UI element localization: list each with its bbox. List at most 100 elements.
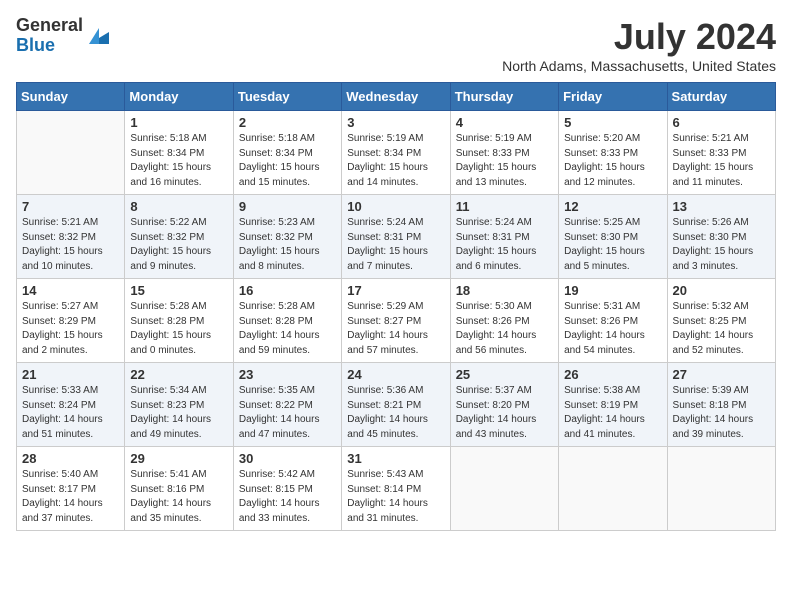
day-info: Sunrise: 5:39 AMSunset: 8:18 PMDaylight:… bbox=[673, 384, 770, 442]
day-number: 23 bbox=[239, 367, 336, 382]
calendar-day-cell: 12Sunrise: 5:25 AMSunset: 8:30 PMDayligh… bbox=[559, 195, 667, 279]
calendar-week-row: 7 Sunrise: 5:21 AMSunset: 8:32 PMDaylight… bbox=[17, 195, 776, 279]
calendar-day-cell: 25Sunrise: 5:37 AMSunset: 8:20 PMDayligh… bbox=[450, 363, 558, 447]
day-info: Sunrise: 5:18 AMSunset: 8:34 PMDaylight:… bbox=[239, 132, 336, 190]
calendar-day-cell: 31Sunrise: 5:43 AMSunset: 8:14 PMDayligh… bbox=[342, 447, 450, 531]
day-number: 30 bbox=[239, 451, 336, 466]
day-number: 31 bbox=[347, 451, 444, 466]
day-info: Sunrise: 5:29 AMSunset: 8:27 PMDaylight:… bbox=[347, 300, 444, 358]
day-info: Sunrise: 5:41 AMSunset: 8:16 PMDaylight:… bbox=[130, 468, 227, 526]
calendar-day-cell: 4Sunrise: 5:19 AMSunset: 8:33 PMDaylight… bbox=[450, 111, 558, 195]
day-info: Sunrise: 5:35 AMSunset: 8:22 PMDaylight:… bbox=[239, 384, 336, 442]
calendar-day-cell: 14 Sunrise: 5:27 AMSunset: 8:29 PMDayligh… bbox=[17, 279, 125, 363]
day-info: Sunrise: 5:25 AMSunset: 8:30 PMDaylight:… bbox=[564, 216, 661, 274]
calendar-day-cell: 2 Sunrise: 5:18 AMSunset: 8:34 PMDaylight… bbox=[233, 111, 341, 195]
weekday-header: Thursday bbox=[450, 83, 558, 111]
day-info: Sunrise: 5:24 AMSunset: 8:31 PMDaylight:… bbox=[347, 216, 444, 274]
calendar-day-cell: 21Sunrise: 5:33 AMSunset: 8:24 PMDayligh… bbox=[17, 363, 125, 447]
day-info: Sunrise: 5:34 AMSunset: 8:23 PMDaylight:… bbox=[130, 384, 227, 442]
day-number: 28 bbox=[22, 451, 119, 466]
day-info: Sunrise: 5:18 AMSunset: 8:34 PMDaylight:… bbox=[130, 132, 227, 190]
calendar-day-cell: 9 Sunrise: 5:23 AMSunset: 8:32 PMDaylight… bbox=[233, 195, 341, 279]
day-number: 13 bbox=[673, 199, 770, 214]
day-number: 2 bbox=[239, 115, 336, 130]
weekday-header: Saturday bbox=[667, 83, 775, 111]
calendar-day-cell: 11Sunrise: 5:24 AMSunset: 8:31 PMDayligh… bbox=[450, 195, 558, 279]
day-info: Sunrise: 5:26 AMSunset: 8:30 PMDaylight:… bbox=[673, 216, 770, 274]
logo-general: General bbox=[16, 16, 83, 36]
day-number: 9 bbox=[239, 199, 336, 214]
calendar-day-cell: 22 Sunrise: 5:34 AMSunset: 8:23 PMDayligh… bbox=[125, 363, 233, 447]
day-info: Sunrise: 5:31 AMSunset: 8:26 PMDaylight:… bbox=[564, 300, 661, 358]
calendar-day-cell: 10 Sunrise: 5:24 AMSunset: 8:31 PMDayligh… bbox=[342, 195, 450, 279]
day-number: 8 bbox=[130, 199, 227, 214]
calendar-day-cell: 15 Sunrise: 5:28 AMSunset: 8:28 PMDayligh… bbox=[125, 279, 233, 363]
day-number: 24 bbox=[347, 367, 444, 382]
weekday-header: Tuesday bbox=[233, 83, 341, 111]
calendar: SundayMondayTuesdayWednesdayThursdayFrid… bbox=[16, 82, 776, 531]
weekday-header: Sunday bbox=[17, 83, 125, 111]
day-number: 10 bbox=[347, 199, 444, 214]
month-title: July 2024 bbox=[502, 16, 776, 58]
day-info: Sunrise: 5:36 AMSunset: 8:21 PMDaylight:… bbox=[347, 384, 444, 442]
calendar-day-cell bbox=[667, 447, 775, 531]
calendar-day-cell: 20Sunrise: 5:32 AMSunset: 8:25 PMDayligh… bbox=[667, 279, 775, 363]
day-info: Sunrise: 5:21 AMSunset: 8:32 PMDaylight:… bbox=[22, 216, 119, 274]
day-number: 5 bbox=[564, 115, 661, 130]
calendar-day-cell: 3 Sunrise: 5:19 AMSunset: 8:34 PMDaylight… bbox=[342, 111, 450, 195]
day-number: 14 bbox=[22, 283, 119, 298]
day-number: 16 bbox=[239, 283, 336, 298]
day-number: 17 bbox=[347, 283, 444, 298]
day-info: Sunrise: 5:19 AMSunset: 8:33 PMDaylight:… bbox=[456, 132, 553, 190]
day-number: 19 bbox=[564, 283, 661, 298]
day-number: 26 bbox=[564, 367, 661, 382]
day-info: Sunrise: 5:42 AMSunset: 8:15 PMDaylight:… bbox=[239, 468, 336, 526]
calendar-day-cell: 26 Sunrise: 5:38 AMSunset: 8:19 PMDayligh… bbox=[559, 363, 667, 447]
calendar-week-row: 14 Sunrise: 5:27 AMSunset: 8:29 PMDayligh… bbox=[17, 279, 776, 363]
day-info: Sunrise: 5:28 AMSunset: 8:28 PMDaylight:… bbox=[130, 300, 227, 358]
day-info: Sunrise: 5:19 AMSunset: 8:34 PMDaylight:… bbox=[347, 132, 444, 190]
calendar-day-cell: 1 Sunrise: 5:18 AMSunset: 8:34 PMDaylight… bbox=[125, 111, 233, 195]
weekday-header: Monday bbox=[125, 83, 233, 111]
day-number: 18 bbox=[456, 283, 553, 298]
day-info: Sunrise: 5:30 AMSunset: 8:26 PMDaylight:… bbox=[456, 300, 553, 358]
day-info: Sunrise: 5:28 AMSunset: 8:28 PMDaylight:… bbox=[239, 300, 336, 358]
calendar-day-cell: 30 Sunrise: 5:42 AMSunset: 8:15 PMDayligh… bbox=[233, 447, 341, 531]
day-number: 11 bbox=[456, 199, 553, 214]
day-number: 22 bbox=[130, 367, 227, 382]
calendar-day-cell bbox=[17, 111, 125, 195]
day-info: Sunrise: 5:27 AMSunset: 8:29 PMDaylight:… bbox=[22, 300, 119, 358]
day-number: 21 bbox=[22, 367, 119, 382]
day-number: 6 bbox=[673, 115, 770, 130]
logo-icon bbox=[85, 24, 109, 48]
calendar-week-row: 28Sunrise: 5:40 AMSunset: 8:17 PMDayligh… bbox=[17, 447, 776, 531]
day-number: 27 bbox=[673, 367, 770, 382]
calendar-week-row: 1 Sunrise: 5:18 AMSunset: 8:34 PMDaylight… bbox=[17, 111, 776, 195]
logo-blue: Blue bbox=[16, 36, 83, 56]
calendar-day-cell: 24 Sunrise: 5:36 AMSunset: 8:21 PMDayligh… bbox=[342, 363, 450, 447]
day-info: Sunrise: 5:23 AMSunset: 8:32 PMDaylight:… bbox=[239, 216, 336, 274]
day-info: Sunrise: 5:38 AMSunset: 8:19 PMDaylight:… bbox=[564, 384, 661, 442]
calendar-day-cell: 16 Sunrise: 5:28 AMSunset: 8:28 PMDayligh… bbox=[233, 279, 341, 363]
calendar-day-cell: 27 Sunrise: 5:39 AMSunset: 8:18 PMDayligh… bbox=[667, 363, 775, 447]
calendar-day-cell bbox=[559, 447, 667, 531]
calendar-week-row: 21Sunrise: 5:33 AMSunset: 8:24 PMDayligh… bbox=[17, 363, 776, 447]
calendar-day-cell: 19 Sunrise: 5:31 AMSunset: 8:26 PMDayligh… bbox=[559, 279, 667, 363]
day-number: 7 bbox=[22, 199, 119, 214]
day-info: Sunrise: 5:32 AMSunset: 8:25 PMDaylight:… bbox=[673, 300, 770, 358]
day-info: Sunrise: 5:20 AMSunset: 8:33 PMDaylight:… bbox=[564, 132, 661, 190]
calendar-day-cell: 29Sunrise: 5:41 AMSunset: 8:16 PMDayligh… bbox=[125, 447, 233, 531]
calendar-day-cell bbox=[450, 447, 558, 531]
title-block: July 2024 North Adams, Massachusetts, Un… bbox=[502, 16, 776, 74]
logo: General Blue bbox=[16, 16, 109, 56]
day-number: 15 bbox=[130, 283, 227, 298]
page-header: General Blue July 2024 North Adams, Mass… bbox=[16, 16, 776, 74]
calendar-day-cell: 18 Sunrise: 5:30 AMSunset: 8:26 PMDayligh… bbox=[450, 279, 558, 363]
logo-text: General Blue bbox=[16, 16, 83, 56]
day-info: Sunrise: 5:21 AMSunset: 8:33 PMDaylight:… bbox=[673, 132, 770, 190]
day-number: 3 bbox=[347, 115, 444, 130]
day-number: 25 bbox=[456, 367, 553, 382]
day-number: 1 bbox=[130, 115, 227, 130]
calendar-day-cell: 7 Sunrise: 5:21 AMSunset: 8:32 PMDaylight… bbox=[17, 195, 125, 279]
calendar-day-cell: 17 Sunrise: 5:29 AMSunset: 8:27 PMDayligh… bbox=[342, 279, 450, 363]
